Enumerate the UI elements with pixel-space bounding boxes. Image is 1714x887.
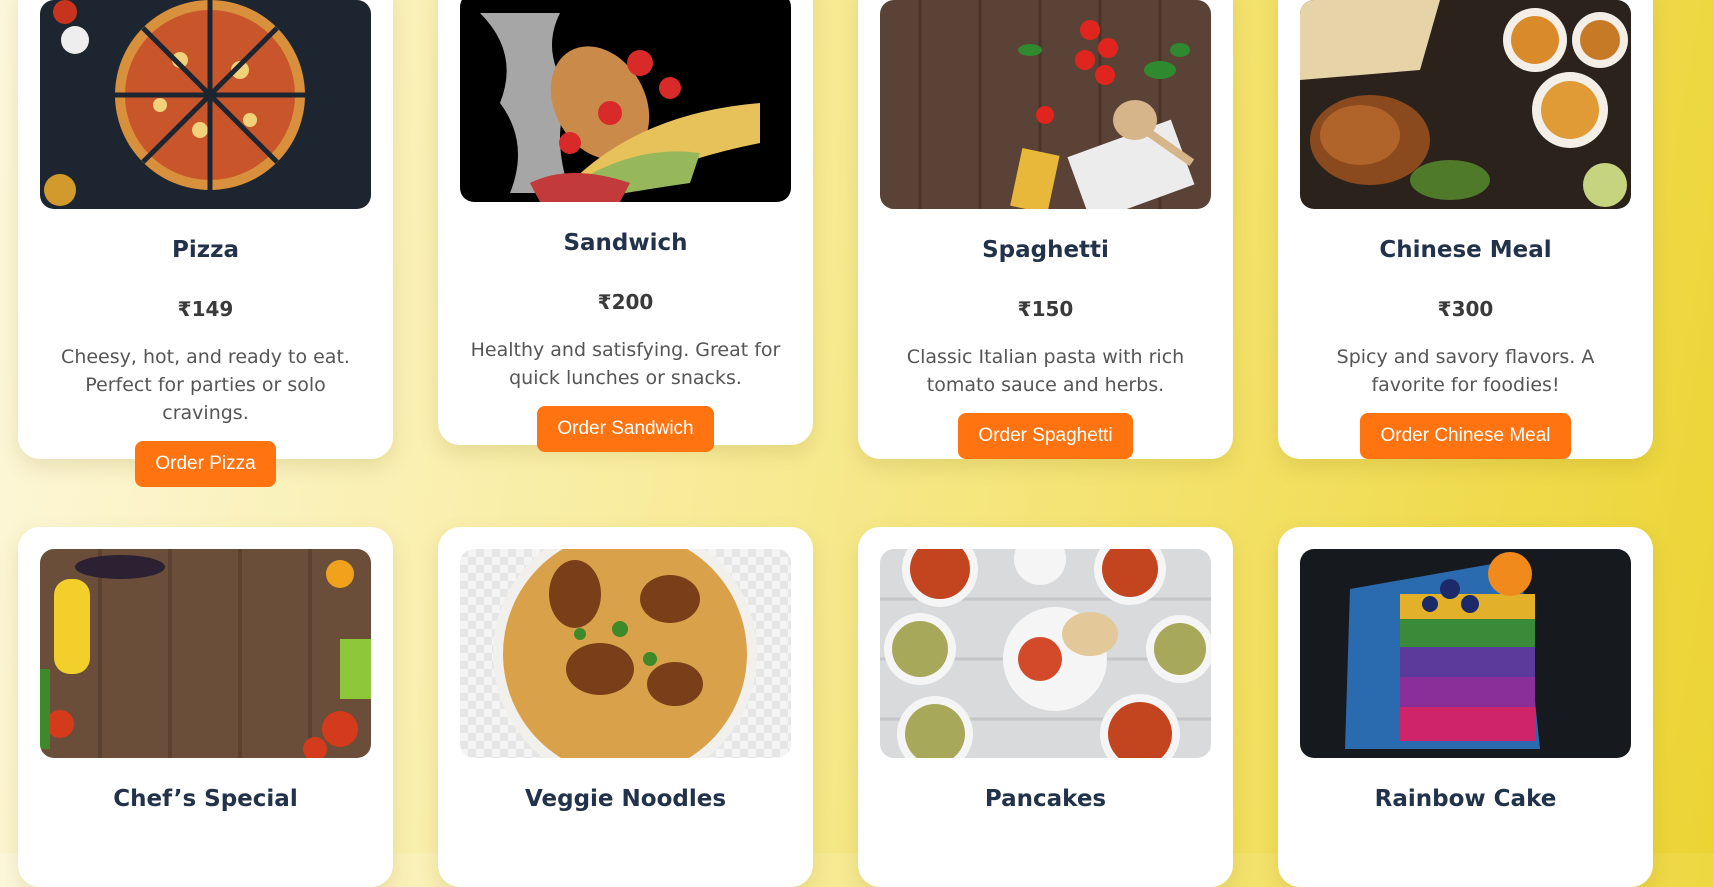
order-sandwich-button[interactable]: Order Sandwich — [537, 406, 714, 452]
menu-grid-row-1: Pizza ₹149 Cheesy, hot, and ready to eat… — [18, 0, 1653, 487]
pizza-image — [40, 0, 371, 209]
card-price: ₹149 — [177, 297, 234, 321]
card-title: Pancakes — [984, 786, 1107, 812]
card-price: ₹150 — [1017, 297, 1074, 321]
menu-card-veggie-noodles: Veggie Noodles — [438, 527, 813, 887]
order-spaghetti-button[interactable]: Order Spaghetti — [958, 413, 1133, 459]
card-description: Cheesy, hot, and ready to eat. Perfect f… — [61, 346, 350, 424]
card-price: ₹200 — [597, 290, 654, 314]
menu-grid-row-2: Chef’s Special Veggie Noodles Pancakes R… — [18, 527, 1653, 887]
card-title: Spaghetti — [982, 237, 1109, 263]
card-title: Rainbow Cake — [1374, 786, 1557, 812]
order-pizza-button[interactable]: Order Pizza — [135, 441, 276, 487]
menu-card-chefs-special: Chef’s Special — [18, 527, 393, 887]
card-title: Chef’s Special — [113, 786, 298, 812]
card-price: ₹300 — [1437, 297, 1494, 321]
card-description: Classic Italian pasta with rich tomato s… — [906, 346, 1185, 396]
card-description: Healthy and satisfying. Great for quick … — [470, 339, 781, 389]
menu-card-chinese-meal: Chinese Meal ₹300 Spicy and savory flavo… — [1278, 0, 1653, 459]
spaghetti-image — [880, 0, 1211, 209]
sandwich-image — [460, 0, 791, 202]
card-title: Sandwich — [563, 230, 688, 256]
menu-card-pancakes: Pancakes — [858, 527, 1233, 887]
chefs-special-image — [40, 549, 371, 758]
menu-card-sandwich: Sandwich ₹200 Healthy and satisfying. Gr… — [438, 0, 813, 452]
order-chinese-meal-button[interactable]: Order Chinese Meal — [1360, 413, 1571, 459]
veggie-noodles-image — [460, 549, 791, 758]
card-title: Chinese Meal — [1379, 237, 1552, 263]
card-title: Pizza — [171, 237, 240, 263]
card-title: Veggie Noodles — [524, 786, 727, 812]
menu-card-rainbow-cake: Rainbow Cake — [1278, 527, 1653, 887]
card-description: Spicy and savory flavors. A favorite for… — [1336, 346, 1595, 396]
menu-card-spaghetti: Spaghetti ₹150 Classic Italian pasta wit… — [858, 0, 1233, 459]
menu-card-pizza: Pizza ₹149 Cheesy, hot, and ready to eat… — [18, 0, 393, 487]
chinese-meal-image — [1300, 0, 1631, 209]
rainbow-cake-image — [1300, 549, 1631, 758]
pancakes-image — [880, 549, 1211, 758]
